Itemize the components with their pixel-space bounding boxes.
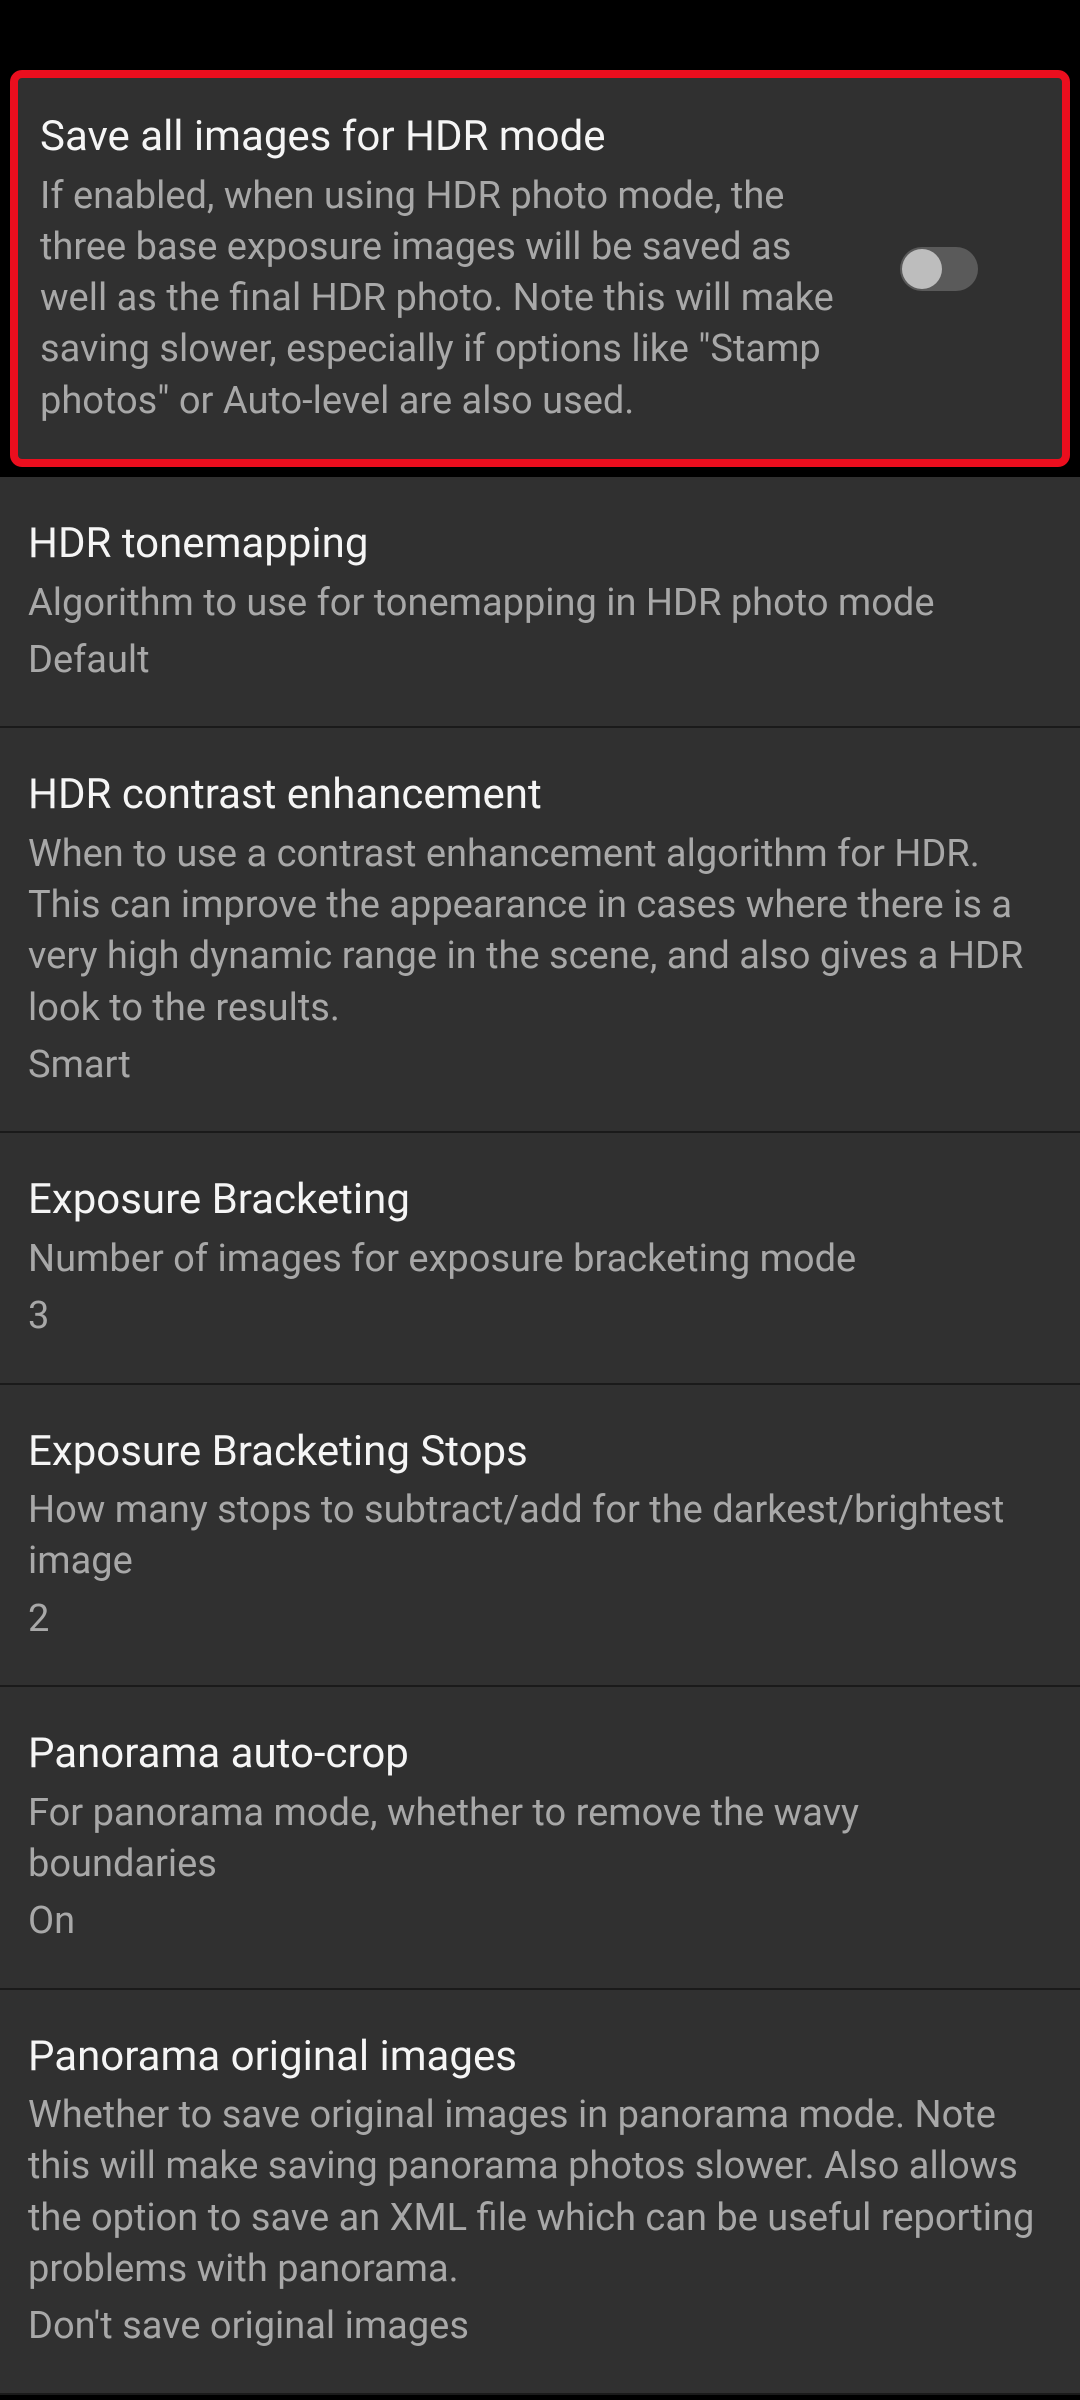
toggle-knob — [902, 249, 942, 289]
settings-list: Save all images for HDR mode If enabled,… — [0, 60, 1080, 2395]
setting-text: Save all images for HDR mode If enabled,… — [40, 110, 860, 427]
setting-description: Algorithm to use for tonemapping in HDR … — [28, 578, 1052, 629]
setting-title: Panorama auto-crop — [28, 1727, 1052, 1782]
setting-panorama-auto-crop[interactable]: Panorama auto-crop For panorama mode, wh… — [0, 1687, 1080, 1989]
setting-title: Exposure Bracketing Stops — [28, 1425, 1052, 1480]
setting-description: Number of images for exposure bracketing… — [28, 1234, 1052, 1285]
setting-title: Save all images for HDR mode — [40, 110, 860, 165]
setting-hdr-tonemapping[interactable]: HDR tonemapping Algorithm to use for ton… — [0, 477, 1080, 728]
setting-hdr-contrast-enhancement[interactable]: HDR contrast enhancement When to use a c… — [0, 728, 1080, 1133]
setting-text: Panorama auto-crop For panorama mode, wh… — [28, 1727, 1052, 1947]
setting-value: Default — [28, 635, 1052, 686]
setting-title: HDR contrast enhancement — [28, 768, 1052, 823]
status-bar — [0, 0, 1080, 60]
setting-title: HDR tonemapping — [28, 517, 1052, 572]
setting-text: HDR tonemapping Algorithm to use for ton… — [28, 517, 1052, 686]
setting-value: On — [28, 1896, 1052, 1947]
setting-text: Panorama original images Whether to save… — [28, 2030, 1052, 2353]
setting-save-all-hdr-images[interactable]: Save all images for HDR mode If enabled,… — [10, 70, 1070, 467]
setting-title: Panorama original images — [28, 2030, 1052, 2085]
setting-description: If enabled, when using HDR photo mode, t… — [40, 171, 860, 427]
setting-text: Exposure Bracketing Stops How many stops… — [28, 1425, 1052, 1645]
setting-exposure-bracketing[interactable]: Exposure Bracketing Number of images for… — [0, 1133, 1080, 1384]
setting-value: 3 — [28, 1291, 1052, 1342]
setting-text: HDR contrast enhancement When to use a c… — [28, 768, 1052, 1091]
setting-title: Exposure Bracketing — [28, 1173, 1052, 1228]
toggle-switch[interactable] — [900, 247, 978, 291]
setting-description: Whether to save original images in panor… — [28, 2090, 1052, 2295]
setting-description: How many stops to subtract/add for the d… — [28, 1485, 1052, 1588]
setting-description: For panorama mode, whether to remove the… — [28, 1788, 1052, 1891]
setting-value: Smart — [28, 1040, 1052, 1091]
setting-value: Don't save original images — [28, 2301, 1052, 2352]
setting-value: 2 — [28, 1594, 1052, 1645]
setting-text: Exposure Bracketing Number of images for… — [28, 1173, 1052, 1342]
setting-exposure-bracketing-stops[interactable]: Exposure Bracketing Stops How many stops… — [0, 1385, 1080, 1687]
setting-description: When to use a contrast enhancement algor… — [28, 829, 1052, 1034]
setting-panorama-original-images[interactable]: Panorama original images Whether to save… — [0, 1990, 1080, 2395]
